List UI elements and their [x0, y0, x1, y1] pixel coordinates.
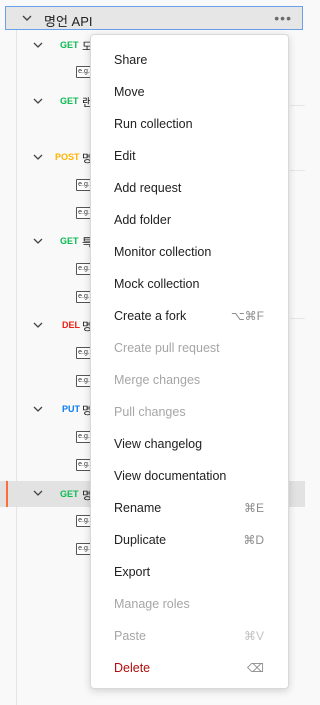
menu-item-label: View changelog [114, 437, 203, 451]
collection-name: 명언 API [44, 14, 93, 29]
menu-item-label: Monitor collection [114, 245, 212, 259]
method-badge: GET [60, 96, 79, 106]
method-badge: GET [60, 40, 79, 50]
divider [290, 105, 305, 106]
menu-item-add-request[interactable]: Add request [91, 172, 288, 204]
menu-item-duplicate[interactable]: Duplicate ⌘D [91, 524, 288, 556]
menu-item-share[interactable]: Share [91, 44, 288, 76]
divider [290, 170, 305, 171]
chevron-down-icon[interactable] [32, 403, 44, 415]
menu-item-manage-roles: Manage roles [91, 588, 288, 620]
menu-item-label: Paste [114, 629, 146, 643]
menu-item-view-documentation[interactable]: View documentation [91, 460, 288, 492]
chevron-down-icon[interactable] [20, 11, 34, 25]
menu-item-label: Delete [114, 661, 151, 675]
method-badge: DEL [62, 320, 80, 330]
menu-item-label: Add request [114, 181, 182, 195]
menu-item-run-collection[interactable]: Run collection [91, 108, 288, 140]
menu-item-move[interactable]: Move [91, 76, 288, 108]
menu-item-label: View documentation [114, 469, 227, 483]
chevron-down-icon[interactable] [32, 95, 44, 107]
menu-item-edit[interactable]: Edit [91, 140, 288, 172]
menu-item-label: Move [114, 85, 145, 99]
menu-item-label: Export [114, 565, 151, 579]
chevron-down-icon[interactable] [32, 151, 44, 163]
menu-item-rename[interactable]: Rename ⌘E [91, 492, 288, 524]
chevron-down-icon[interactable] [32, 319, 44, 331]
menu-item-label: Edit [114, 149, 136, 163]
chevron-down-icon[interactable] [32, 235, 44, 247]
menu-item-create-fork[interactable]: Create a fork ⌥⌘F [91, 300, 288, 332]
menu-item-delete[interactable]: Delete ⌫ [91, 652, 288, 684]
menu-item-pull-changes: Pull changes [91, 396, 288, 428]
chevron-down-icon[interactable] [32, 487, 44, 499]
menu-item-paste: Paste ⌘V [91, 620, 288, 652]
menu-item-label: Run collection [114, 117, 193, 131]
menu-item-shortcut: ⌘E [243, 501, 264, 515]
menu-item-create-pull-request: Create pull request [91, 332, 288, 364]
menu-item-view-changelog[interactable]: View changelog [91, 428, 288, 460]
context-menu: Share Move Run collection Edit Add reque… [90, 34, 289, 689]
menu-item-monitor-collection[interactable]: Monitor collection [91, 236, 288, 268]
method-badge: PUT [62, 404, 80, 414]
more-options-icon[interactable]: ••• [274, 10, 292, 26]
menu-item-label: Create a fork [114, 309, 187, 323]
method-badge: POST [55, 152, 80, 162]
menu-item-export[interactable]: Export [91, 556, 288, 588]
backspace-icon: ⌫ [247, 661, 264, 675]
method-badge: GET [60, 236, 79, 246]
menu-item-label: Share [114, 53, 148, 67]
menu-item-shortcut: ⌥⌘F [230, 309, 264, 323]
menu-item-label: Duplicate [114, 533, 167, 547]
menu-item-label: Manage roles [114, 597, 190, 611]
method-badge: GET [60, 489, 79, 499]
menu-item-label: Add folder [114, 213, 171, 227]
menu-item-label: Rename [114, 501, 162, 515]
menu-item-add-folder[interactable]: Add folder [91, 204, 288, 236]
collection-row[interactable]: 명언 API ••• [5, 6, 303, 30]
menu-item-label: Create pull request [114, 341, 220, 355]
menu-item-shortcut: ⌘D [243, 533, 264, 547]
menu-item-mock-collection[interactable]: Mock collection [91, 268, 288, 300]
menu-item-shortcut: ⌘V [243, 629, 264, 643]
menu-item-label: Merge changes [114, 373, 201, 387]
menu-item-label: Pull changes [114, 405, 186, 419]
divider [290, 318, 305, 319]
menu-item-merge-changes: Merge changes [91, 364, 288, 396]
selection-indicator [6, 481, 8, 507]
tree-guide-line [16, 30, 17, 705]
menu-item-label: Mock collection [114, 277, 200, 291]
chevron-down-icon[interactable] [32, 39, 44, 51]
